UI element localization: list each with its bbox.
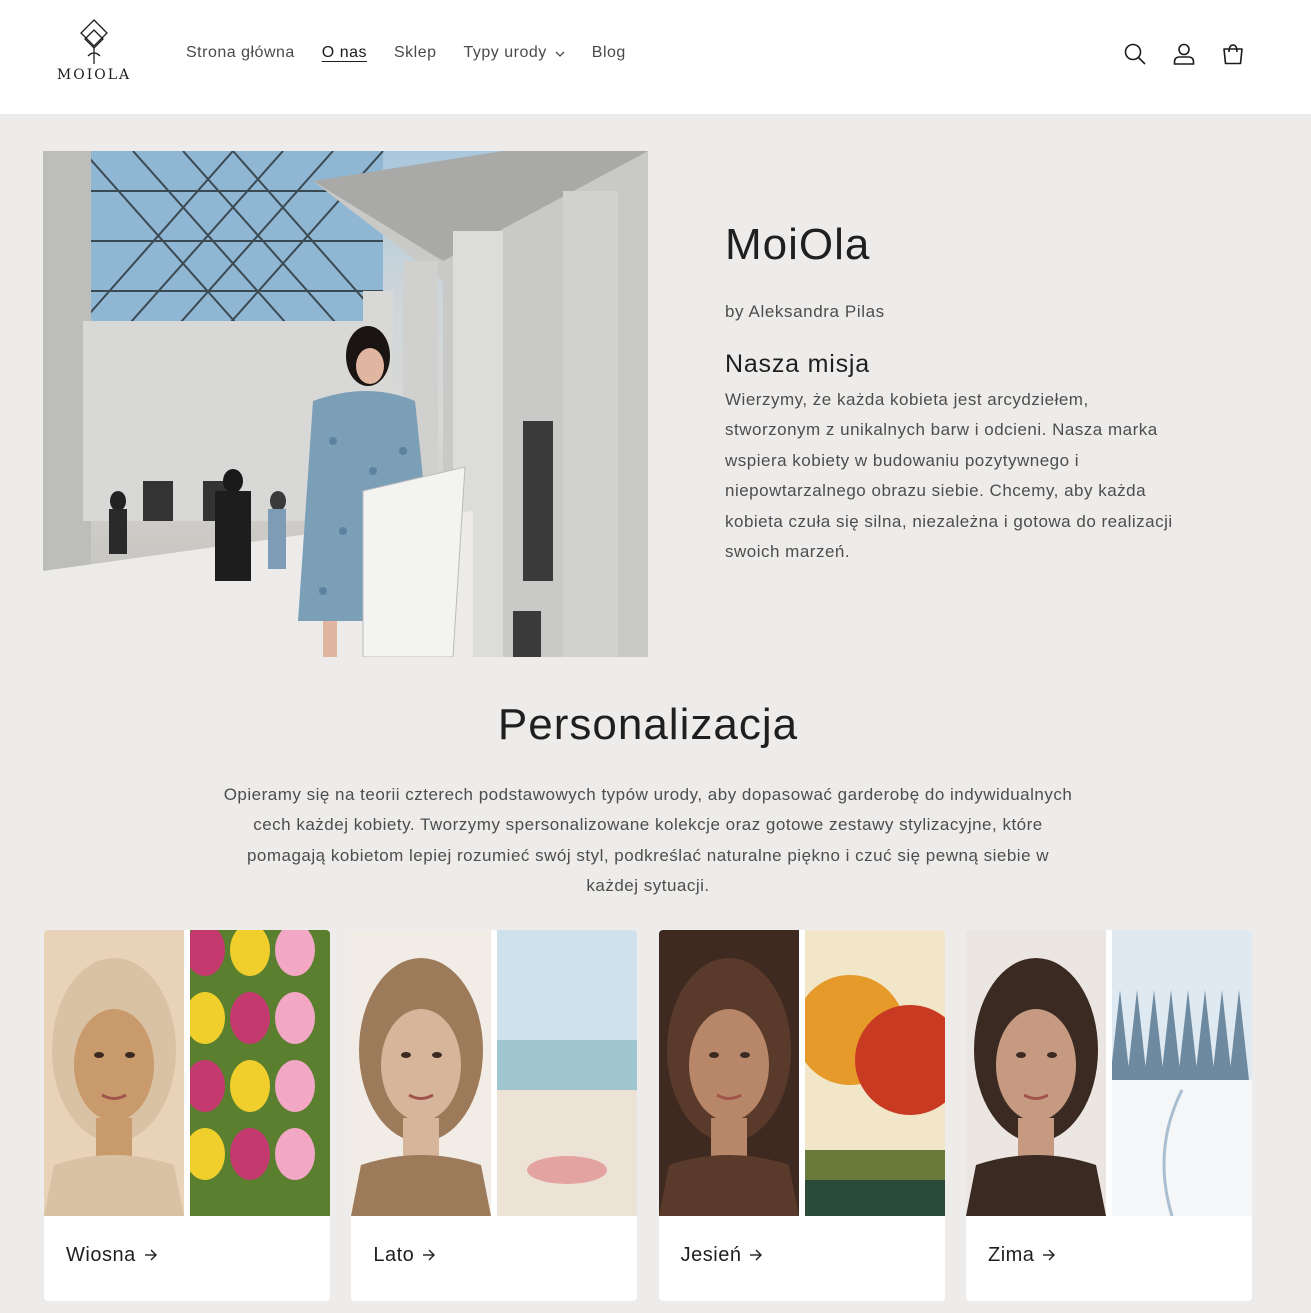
personalization-title: Personalizacja bbox=[497, 700, 799, 749]
chevron-down-icon bbox=[555, 44, 565, 62]
card-images bbox=[351, 930, 638, 1216]
logo-text: MOIOLA bbox=[56, 67, 132, 83]
card-link[interactable]: Wiosna bbox=[44, 1216, 330, 1267]
card-scene-image bbox=[497, 930, 638, 1216]
hero-title: MoiOla bbox=[725, 220, 871, 269]
header-icons bbox=[1102, 38, 1249, 70]
portrait-illustration bbox=[351, 930, 492, 1216]
hero-text: MoiOla by Aleksandra Pilas Nasza misja W… bbox=[725, 218, 1185, 567]
card-label: Jesień bbox=[680, 1244, 742, 1266]
main-nav: Strona główna O nas Sklep Typy urody Blo… bbox=[186, 44, 653, 62]
personalization-body: Opieramy się na teorii czterech podstawo… bbox=[223, 785, 1073, 896]
hero-photo-illustration bbox=[43, 151, 648, 657]
card-winter[interactable]: Zima bbox=[965, 930, 1252, 1301]
account-icon[interactable] bbox=[1168, 38, 1200, 70]
cart-icon[interactable] bbox=[1217, 38, 1249, 70]
card-portrait-image bbox=[965, 930, 1106, 1216]
card-scene-image bbox=[190, 930, 330, 1216]
nav-home[interactable]: Strona główna bbox=[186, 44, 295, 62]
hero-byline: by Aleksandra Pilas bbox=[725, 302, 885, 321]
nav-beauty-types-label: Typy urody bbox=[463, 44, 547, 61]
card-summer[interactable]: Lato bbox=[351, 930, 638, 1301]
arrow-right-icon bbox=[1042, 1244, 1056, 1267]
nav-shop[interactable]: Sklep bbox=[394, 44, 437, 62]
card-scene-image bbox=[1111, 930, 1252, 1216]
card-label: Wiosna bbox=[66, 1244, 136, 1266]
scene-illustration bbox=[1111, 930, 1252, 1216]
card-images bbox=[965, 930, 1252, 1216]
mission-title: Nasza misja bbox=[725, 350, 870, 378]
scene-illustration bbox=[804, 930, 945, 1216]
card-link[interactable]: Lato bbox=[351, 1216, 637, 1267]
hero-photo bbox=[43, 151, 648, 657]
search-icon[interactable] bbox=[1119, 38, 1151, 70]
nav-blog[interactable]: Blog bbox=[592, 44, 626, 62]
card-label: Zima bbox=[987, 1244, 1035, 1266]
nav-beauty-types[interactable]: Typy urody bbox=[464, 44, 565, 62]
arrow-right-icon bbox=[749, 1244, 763, 1267]
card-portrait-image bbox=[658, 930, 799, 1216]
portrait-illustration bbox=[44, 930, 184, 1216]
card-images bbox=[658, 930, 945, 1216]
logo-mark-icon bbox=[80, 19, 108, 64]
card-scene-image bbox=[804, 930, 945, 1216]
card-label: Lato bbox=[373, 1244, 415, 1266]
site-header: MOIOLA Strona główna O nas Sklep Typy ur… bbox=[0, 0, 1311, 114]
portrait-illustration bbox=[965, 930, 1106, 1216]
nav-about[interactable]: O nas bbox=[322, 44, 367, 62]
card-link[interactable]: Zima bbox=[966, 1216, 1252, 1267]
scene-illustration bbox=[190, 930, 330, 1216]
card-spring[interactable]: Wiosna bbox=[44, 930, 330, 1301]
card-link[interactable]: Jesień bbox=[659, 1216, 945, 1267]
arrow-right-icon bbox=[144, 1244, 158, 1267]
card-portrait-image bbox=[44, 930, 184, 1216]
mission-body: Wierzymy, że każda kobieta jest arcydzie… bbox=[725, 390, 1173, 562]
card-images bbox=[44, 930, 330, 1216]
arrow-right-icon bbox=[422, 1244, 436, 1267]
beauty-type-cards: Wiosna Lato Jesień Zima bbox=[44, 930, 1252, 1301]
card-portrait-image bbox=[351, 930, 492, 1216]
scene-illustration bbox=[497, 930, 638, 1216]
logo[interactable]: MOIOLA bbox=[54, 18, 134, 92]
portrait-illustration bbox=[658, 930, 799, 1216]
card-autumn[interactable]: Jesień bbox=[658, 930, 945, 1301]
